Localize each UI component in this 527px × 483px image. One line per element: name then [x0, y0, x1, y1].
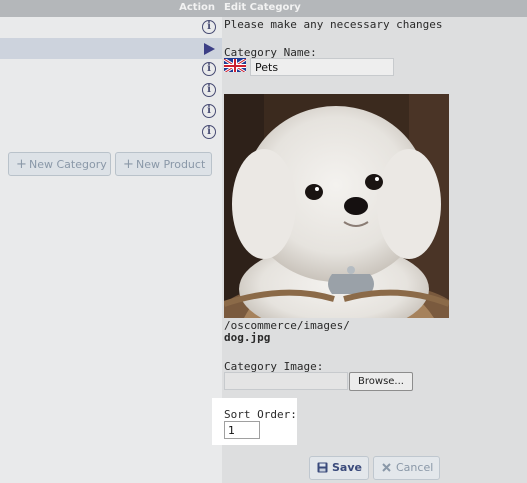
plus-icon: +: [16, 157, 27, 172]
uk-flag-icon: [224, 58, 246, 72]
action-column-label: Action: [179, 2, 215, 13]
browse-button[interactable]: Browse...: [349, 372, 413, 391]
arrow-right-icon: [204, 43, 215, 55]
listing-row[interactable]: i: [0, 122, 222, 143]
edit-title: Edit Category: [224, 2, 301, 13]
info-icon[interactable]: i: [202, 83, 216, 97]
sort-order-input[interactable]: 1: [224, 421, 260, 439]
cancel-button[interactable]: Cancel: [373, 456, 440, 480]
listing-row-selected[interactable]: [0, 38, 222, 59]
new-category-label: New Category: [29, 158, 107, 171]
category-name-input[interactable]: Pets: [250, 58, 394, 76]
listing-header: Action: [0, 0, 222, 17]
new-product-label: New Product: [136, 158, 206, 171]
info-icon[interactable]: i: [202, 62, 216, 76]
sort-order-label: Sort Order:: [224, 408, 297, 421]
image-filename: dog.jpg: [224, 331, 271, 344]
info-icon[interactable]: i: [202, 104, 216, 118]
sort-order-highlight: Sort Order: 1: [212, 398, 297, 445]
floppy-disk-icon: [317, 462, 328, 473]
close-icon: [382, 463, 391, 472]
plus-icon: +: [123, 157, 134, 172]
listing-row[interactable]: i: [0, 17, 222, 38]
save-button[interactable]: Save: [309, 456, 369, 480]
listing-row[interactable]: i: [0, 101, 222, 122]
cancel-label: Cancel: [396, 461, 434, 474]
listing-row[interactable]: i: [0, 80, 222, 101]
category-image-file-input[interactable]: [224, 372, 348, 390]
new-product-button[interactable]: + New Product: [115, 152, 212, 176]
edit-header: Edit Category: [222, 0, 527, 17]
info-icon[interactable]: i: [202, 20, 216, 34]
intro-text: Please make any necessary changes: [224, 18, 443, 31]
listing-row[interactable]: i: [0, 59, 222, 80]
save-label: Save: [332, 461, 362, 474]
new-category-button[interactable]: + New Category: [8, 152, 111, 176]
category-image-preview: [224, 94, 449, 318]
category-listing-panel: Action i i i i i + New Category + New Pr…: [0, 0, 222, 483]
info-icon[interactable]: i: [202, 125, 216, 139]
